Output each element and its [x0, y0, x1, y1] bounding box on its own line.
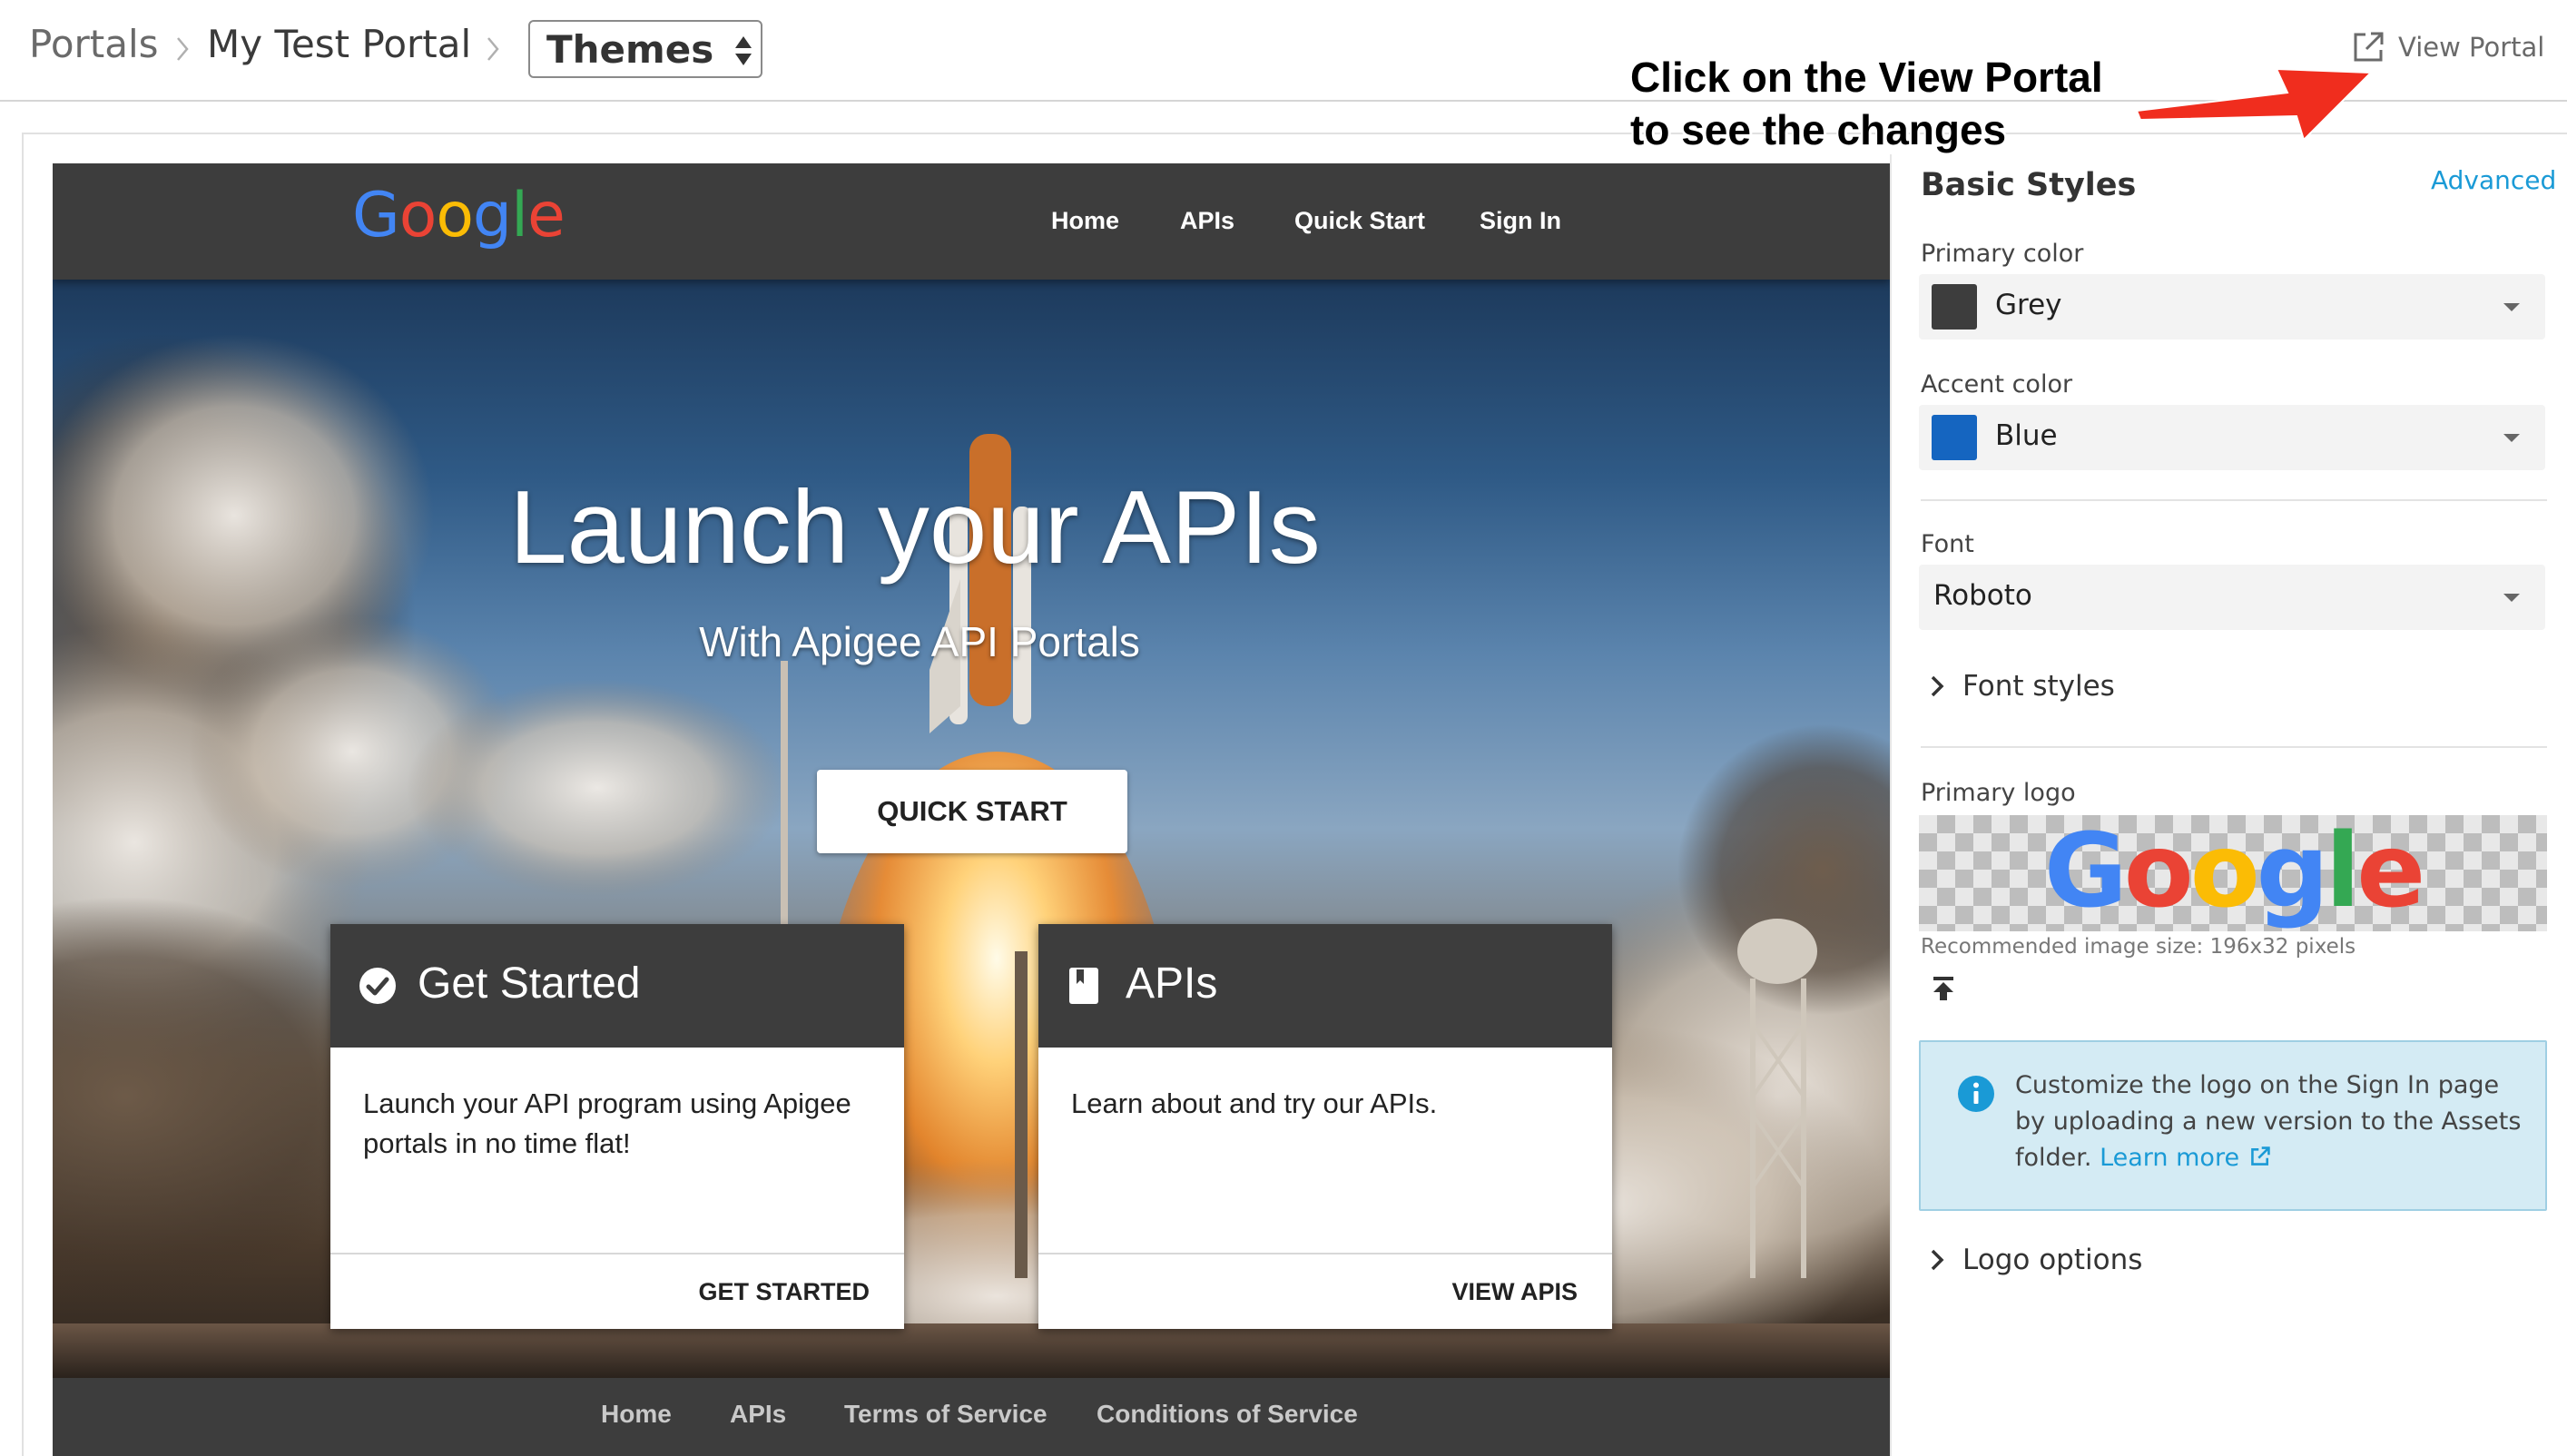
card-header: APIs	[1038, 924, 1612, 1048]
font-styles-expander[interactable]: Font styles	[1930, 670, 2115, 703]
accent-color-value: Blue	[1995, 419, 2058, 452]
advanced-link[interactable]: Advanced	[2431, 165, 2556, 195]
dropdown-arrow-icon	[2503, 594, 2520, 602]
select-arrows-icon	[735, 36, 752, 65]
logo-letter: o	[398, 180, 438, 251]
card-divider	[330, 1253, 904, 1254]
chevron-right-icon	[1931, 1249, 1944, 1271]
portal-preview: Google Home APIs Quick Start Sign In Lau…	[53, 163, 1890, 1456]
chevron-right-icon	[1931, 675, 1944, 697]
logo-letter: o	[436, 180, 474, 251]
logo-letter: e	[527, 180, 566, 251]
font-styles-label: Font styles	[1962, 670, 2115, 703]
hero-subtitle: With Apigee API Portals	[699, 618, 1140, 665]
hero-section: Launch your APIs With Apigee API Portals…	[53, 280, 1890, 1378]
annotation-callout: Click on the View Portal to see the chan…	[1630, 51, 2103, 156]
logo-letter: e	[2356, 815, 2425, 930]
logo-image: Google	[1919, 817, 2547, 926]
primary-logo-preview[interactable]: Google	[1919, 815, 2547, 931]
footer-link-home[interactable]: Home	[601, 1400, 672, 1429]
portal-nav-sign-in[interactable]: Sign In	[1480, 207, 1561, 235]
primary-color-value: Grey	[1995, 289, 2062, 321]
check-circle-icon	[359, 968, 396, 1004]
divider	[1921, 746, 2547, 748]
footer-link-apis[interactable]: APIs	[730, 1400, 786, 1429]
card-title: Get Started	[418, 959, 641, 1008]
info-text: Customize the logo on the Sign In page b…	[2015, 1067, 2529, 1176]
external-link-icon	[2250, 1146, 2270, 1166]
card-header: Get Started	[330, 924, 904, 1048]
logo-letter: l	[2325, 815, 2360, 930]
card-divider	[1038, 1253, 1612, 1254]
portal-nav-home[interactable]: Home	[1051, 207, 1119, 235]
logo-letter: l	[511, 180, 528, 251]
info-icon	[1958, 1076, 1994, 1112]
breadcrumb-portals[interactable]: Portals	[29, 22, 159, 66]
chevron-right-icon	[487, 37, 499, 61]
portal-header: Google Home APIs Quick Start Sign In	[53, 163, 1890, 280]
accent-color-select[interactable]: Blue	[1919, 405, 2545, 470]
section-select-value: Themes	[546, 27, 714, 72]
card-apis: APIs Learn about and try our APIs. VIEW …	[1038, 924, 1612, 1329]
get-started-link[interactable]: GET STARTED	[699, 1278, 870, 1306]
primary-color-select[interactable]: Grey	[1919, 274, 2545, 339]
view-apis-link[interactable]: VIEW APIS	[1451, 1278, 1578, 1306]
logo-letter: o	[2123, 815, 2194, 930]
accent-color-swatch	[1932, 415, 1977, 460]
font-label: Font	[1921, 530, 1974, 558]
footer-link-conditions[interactable]: Conditions of Service	[1097, 1400, 1358, 1429]
card-title: APIs	[1126, 959, 1218, 1008]
info-callout: Customize the logo on the Sign In page b…	[1919, 1040, 2547, 1211]
font-value: Roboto	[1933, 579, 2032, 612]
annotation-arrow-icon	[2135, 67, 2374, 142]
portal-nav-apis[interactable]: APIs	[1180, 207, 1234, 235]
hero-title: Launch your APIs	[509, 470, 1321, 585]
section-select[interactable]: Themes	[528, 20, 762, 78]
card-get-started: Get Started Launch your API program usin…	[330, 924, 904, 1329]
breadcrumb-portal[interactable]: My Test Portal	[207, 22, 471, 66]
primary-color-swatch	[1932, 284, 1977, 330]
divider	[1921, 499, 2547, 501]
footer-link-terms[interactable]: Terms of Service	[844, 1400, 1047, 1429]
logo-letter: G	[352, 180, 400, 251]
logo-letter: G	[2043, 815, 2128, 930]
basic-styles-title: Basic Styles	[1921, 167, 2137, 203]
chevron-right-icon	[177, 37, 189, 61]
logo-letter: g	[2256, 815, 2329, 930]
accent-color-label: Accent color	[1921, 370, 2073, 398]
primary-color-label: Primary color	[1921, 240, 2084, 268]
card-body: Learn about and try our APIs.	[1071, 1087, 1438, 1119]
logo-letter: g	[472, 180, 512, 251]
book-icon	[1069, 968, 1098, 1004]
font-select[interactable]: Roboto	[1919, 565, 2545, 630]
learn-more-link[interactable]: Learn more	[2100, 1144, 2273, 1172]
annotation-line-2: to see the changes	[1630, 106, 2007, 153]
portal-footer: Home APIs Terms of Service Conditions of…	[53, 1378, 1890, 1456]
logo-options-expander[interactable]: Logo options	[1930, 1244, 2142, 1276]
portal-logo[interactable]: Google	[352, 180, 566, 251]
quick-start-button[interactable]: QUICK START	[817, 770, 1127, 853]
card-body: Launch your API program using Apigee por…	[363, 1087, 851, 1159]
upload-icon[interactable]	[1932, 975, 1955, 1002]
recommended-size-hint: Recommended image size: 196x32 pixels	[1921, 935, 2356, 959]
settings-panel: Basic Styles Advanced Primary color Grey…	[1890, 154, 2567, 1456]
logo-options-label: Logo options	[1962, 1244, 2143, 1276]
primary-logo-label: Primary logo	[1921, 779, 2076, 807]
portal-nav-quick-start[interactable]: Quick Start	[1294, 207, 1425, 235]
learn-more-label: Learn more	[2100, 1144, 2240, 1172]
view-portal-label: View Portal	[2398, 32, 2545, 63]
dropdown-arrow-icon	[2503, 303, 2520, 311]
annotation-line-1: Click on the View Portal	[1630, 54, 2103, 101]
dropdown-arrow-icon	[2503, 434, 2520, 442]
logo-letter: o	[2189, 815, 2260, 930]
